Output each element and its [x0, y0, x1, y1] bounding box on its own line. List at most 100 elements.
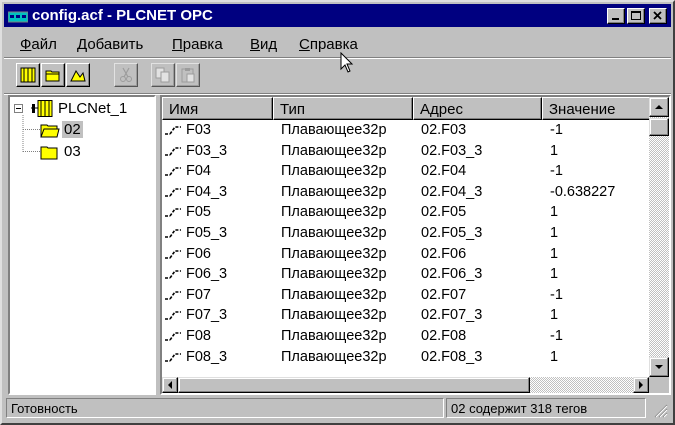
collapse-icon[interactable]: [14, 104, 24, 114]
table-row[interactable]: F04_3 Плавающее32р 02.F04_3 -0.638227: [162, 183, 649, 204]
table-row[interactable]: F06_3 Плавающее32р 02.F06_3 1: [162, 265, 649, 286]
maximize-icon: [631, 11, 641, 20]
tree-item-02[interactable]: 02: [40, 120, 150, 140]
arrow-right-icon: [639, 381, 643, 389]
tag-address: 02.F05: [421, 204, 467, 221]
scroll-down-button[interactable]: [649, 357, 669, 377]
horizontal-scrollbar[interactable]: [162, 377, 649, 393]
tag-name: F04: [186, 163, 211, 180]
window-title: config.acf - PLCNET OPC: [32, 7, 213, 24]
tag-address: 02.F03_3: [421, 142, 483, 159]
tag-address: 02.F07_3: [421, 307, 483, 324]
tag-icon: [165, 208, 181, 218]
tag-address: 02.F08: [421, 327, 467, 344]
tag-icon: [165, 126, 181, 135]
menu-view[interactable]: Вид: [250, 36, 277, 53]
table-row[interactable]: F07 Плавающее32р 02.F07 -1: [162, 286, 649, 307]
menu-add[interactable]: Добавить: [77, 36, 143, 53]
tag-value: 1: [550, 307, 559, 324]
mouse-cursor-icon: [340, 52, 354, 73]
menu-help[interactable]: Справка: [299, 36, 358, 53]
tag-type: Плавающее32р: [281, 122, 387, 138]
app-window: config.acf - PLCNET OPC Файл Добавить Пр…: [0, 0, 675, 425]
tree-root-label: PLCNet_1: [58, 100, 128, 117]
tag-address: 02.F04_3: [421, 183, 483, 200]
tag-value: -1: [550, 163, 563, 180]
tag-icon: [165, 332, 181, 341]
tag-rows: F03 Плавающее32р 02.F03 -1 F03_3 Плавающее32р…: [162, 121, 649, 368]
tag-icon: [165, 249, 181, 259]
tag-value: -1: [550, 122, 563, 138]
tag-type: Плавающее32р: [281, 142, 387, 159]
table-row[interactable]: F06 Плавающее32р 02.F06 1: [162, 245, 649, 266]
tag-type: Плавающее32р: [281, 327, 387, 344]
scroll-left-button[interactable]: [162, 377, 178, 393]
menu-edit[interactable]: Правка: [172, 36, 223, 53]
new-tag-button[interactable]: [66, 63, 90, 87]
new-server-button[interactable]: [16, 63, 40, 87]
open-folder-icon: [45, 70, 60, 82]
tag-name: F03_3: [186, 142, 228, 159]
tag-type: Плавающее32р: [281, 163, 387, 180]
server-icon: [31, 100, 53, 117]
tag-type: Плавающее32р: [281, 286, 387, 303]
minimize-icon: [612, 18, 619, 20]
tag-value: -1: [550, 286, 563, 303]
minimize-button[interactable]: [607, 8, 625, 24]
tag-name: F08: [186, 327, 211, 344]
status-tag-count: 02 содержит 318 тегов: [446, 398, 646, 418]
table-row[interactable]: F04 Плавающее32р 02.F04 -1: [162, 162, 649, 183]
paste-button[interactable]: [176, 63, 200, 87]
tag-name: F07_3: [186, 307, 228, 324]
scroll-up-button[interactable]: [649, 97, 669, 117]
table-row[interactable]: F03 Плавающее32р 02.F03 -1: [162, 121, 649, 142]
table-row[interactable]: F03_3 Плавающее32р 02.F03_3 1: [162, 142, 649, 163]
folder-icon: [40, 146, 58, 160]
tag-address: 02.F06_3: [421, 266, 483, 283]
new-group-button[interactable]: [41, 63, 65, 87]
new-server-icon: [20, 67, 36, 83]
menu-file[interactable]: Файл: [20, 36, 57, 53]
tag-address: 02.F07: [421, 286, 467, 303]
tag-type: Плавающее32р: [281, 224, 387, 241]
scroll-right-button[interactable]: [633, 377, 649, 393]
copy-icon: [155, 67, 170, 83]
cut-button[interactable]: [114, 63, 138, 87]
tag-name: F08_3: [186, 348, 228, 365]
open-folder-icon: [40, 124, 60, 138]
tag-name: F04_3: [186, 183, 228, 200]
title-bar[interactable]: config.acf - PLCNET OPC: [4, 4, 671, 27]
tag-value: 1: [550, 266, 559, 283]
tag-icon: [165, 270, 181, 279]
tag-value: 1: [550, 348, 559, 365]
column-header-type[interactable]: Тип: [273, 97, 413, 120]
tree-item-03[interactable]: 03: [40, 142, 150, 162]
tag-name: F07: [186, 286, 211, 303]
table-row[interactable]: F08 Плавающее32р 02.F08 -1: [162, 327, 649, 348]
cut-icon: [120, 67, 132, 82]
tree-pane[interactable]: PLCNet_1 02 03: [8, 95, 156, 395]
toolbar: [4, 59, 671, 95]
tag-icon: [165, 290, 181, 300]
tag-list[interactable]: Имя Тип Адрес Значение F03 Плавающее32р 02…: [160, 95, 671, 395]
table-row[interactable]: F05_3 Плавающее32р 02.F05_3 1: [162, 224, 649, 245]
maximize-button[interactable]: [627, 8, 645, 24]
copy-button[interactable]: [151, 63, 175, 87]
tag-name: F05: [186, 204, 211, 221]
horizontal-scroll-thumb[interactable]: [178, 377, 530, 393]
column-header-value[interactable]: Значение: [542, 97, 649, 120]
column-header-address[interactable]: Адрес: [413, 97, 542, 120]
table-row[interactable]: F08_3 Плавающее32р 02.F08_3 1: [162, 348, 649, 369]
vertical-scroll-thumb[interactable]: [649, 118, 669, 136]
close-button[interactable]: [649, 8, 667, 24]
vertical-scrollbar[interactable]: [649, 97, 669, 377]
menu-bar: Файл Добавить Правка Вид Справка: [4, 30, 671, 56]
resize-grip-icon[interactable]: [652, 402, 668, 418]
table-row[interactable]: F05 Плавающее32р 02.F05 1: [162, 203, 649, 224]
table-row[interactable]: F07_3 Плавающее32р 02.F07_3 1: [162, 306, 649, 327]
column-header-name[interactable]: Имя: [162, 97, 273, 120]
tree-item-root[interactable]: PLCNet_1: [14, 99, 152, 119]
tag-name: F03: [186, 122, 211, 138]
tag-icon: [165, 352, 181, 362]
tag-value: 1: [550, 204, 559, 221]
